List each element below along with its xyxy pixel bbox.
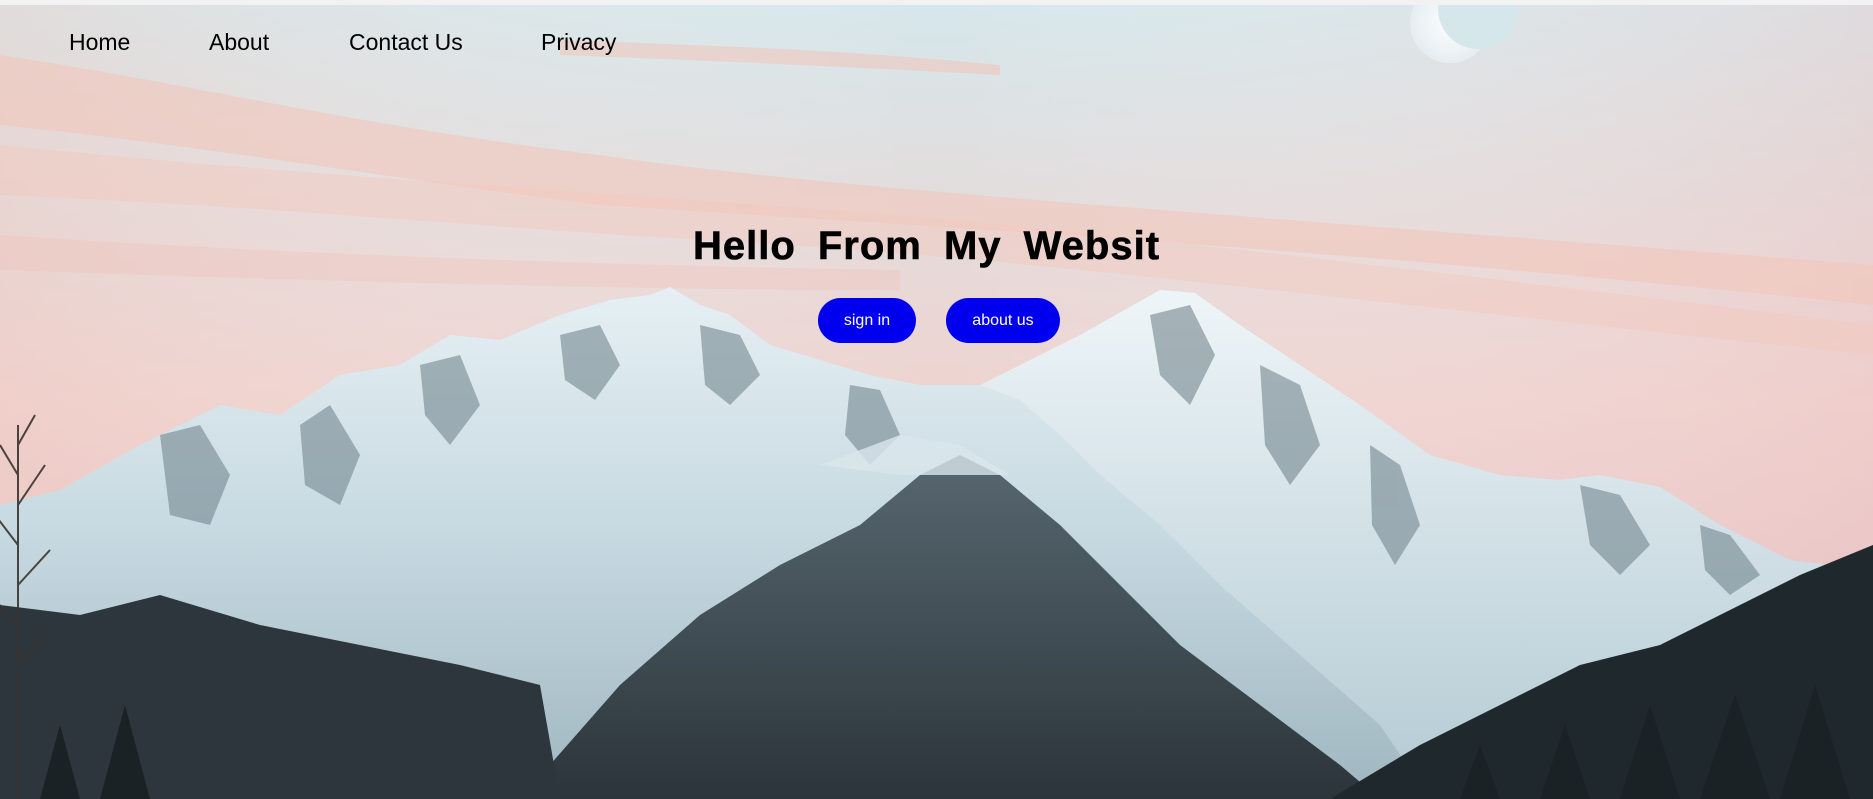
hero-background-image (0, 5, 1873, 799)
about-us-button[interactable]: about us (946, 298, 1060, 343)
nav-link-home[interactable]: Home (69, 29, 130, 56)
page: Home About Contact Us Privacy Hello From… (0, 0, 1873, 799)
hero-title: Hello From My Websit (692, 224, 1161, 269)
nav-link-privacy[interactable]: Privacy (541, 29, 616, 56)
nav-link-about[interactable]: About (209, 29, 269, 56)
top-navigation: Home About Contact Us Privacy (0, 5, 1873, 75)
sign-in-button[interactable]: sign in (818, 298, 916, 343)
nav-link-contact-us[interactable]: Contact Us (349, 29, 463, 56)
